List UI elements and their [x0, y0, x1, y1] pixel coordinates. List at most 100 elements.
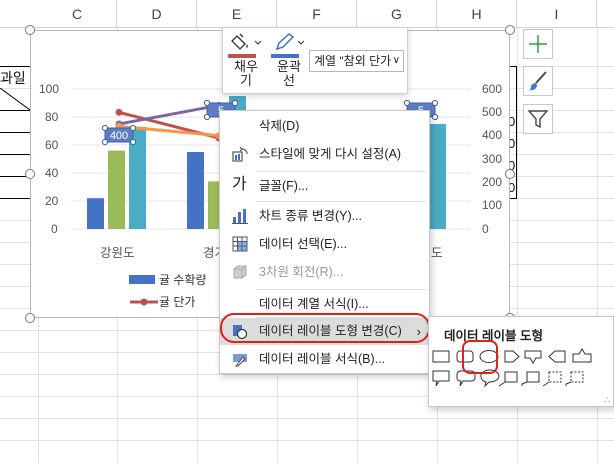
series-select-value: 계열 "참외 단가" — [314, 54, 396, 68]
table-border — [0, 154, 30, 155]
chart-resize-handle[interactable] — [505, 25, 515, 35]
up-arrow-shape[interactable] — [572, 348, 592, 363]
bar[interactable] — [187, 152, 204, 229]
chart-styles-button[interactable] — [523, 66, 553, 96]
highlight-ring — [462, 340, 498, 374]
reset-style-icon — [232, 146, 248, 162]
fill-button[interactable]: 채우 기 — [226, 32, 266, 88]
y-right-tick: 600 — [482, 82, 503, 96]
legend-swatch — [129, 275, 155, 284]
table-border — [0, 132, 30, 133]
menu-item-label: 차트 종류 변경(Y)... — [259, 209, 363, 223]
font-icon: 가 — [232, 176, 247, 193]
bar[interactable] — [429, 124, 446, 229]
rectangle-shape[interactable] — [432, 350, 450, 363]
x-category-label: 도 — [431, 246, 443, 260]
right-arrow-shape[interactable] — [504, 350, 520, 363]
y-left-tick: 100 — [39, 82, 60, 96]
left-arrow-shape[interactable] — [548, 350, 566, 363]
mini-toolbar: 채우 기 윤곽 선 계열 "참외 단가" ∨ — [222, 27, 408, 94]
y-right-tick: 0 — [482, 222, 489, 236]
line-callout-4-shape[interactable] — [570, 371, 584, 383]
column-header-row: C D E F G H I — [0, 0, 614, 28]
column-header-c[interactable]: C — [38, 0, 117, 28]
chart-filters-button[interactable] — [523, 104, 553, 134]
column-header-f[interactable]: F — [277, 0, 357, 28]
outline-label: 윤곽 — [277, 59, 301, 74]
menu-item-label: 데이터 선택(E)... — [259, 237, 348, 251]
label-handle[interactable] — [129, 124, 137, 132]
line-callout-2-shape[interactable] — [526, 371, 540, 383]
table-border — [0, 198, 30, 199]
data-label-text[interactable]: 400 — [110, 130, 128, 142]
rect-callout-shape[interactable] — [432, 370, 450, 387]
line-callout-3-shape[interactable] — [548, 371, 562, 383]
legend-item-line[interactable]: 귤 단가 — [129, 293, 195, 310]
menu-item-font[interactable]: 가 글꼴(F)... — [220, 173, 429, 199]
select-data-icon — [232, 236, 248, 252]
menu-item-format-data-labels[interactable]: 데이터 레이블 서식(B)... — [220, 346, 429, 372]
fill-bucket-icon — [231, 33, 262, 50]
menu-item-label: 스타일에 맞게 다시 설정(A) — [259, 147, 402, 161]
y-right-tick: 400 — [482, 128, 503, 142]
label-handle[interactable] — [203, 113, 211, 121]
legend-label: 귤 수확량 — [159, 273, 207, 287]
column-header-e[interactable]: E — [197, 0, 277, 28]
legend-item-bar[interactable]: 귤 수확량 — [129, 271, 207, 288]
menu-item-delete[interactable]: 삭제(D) — [220, 113, 429, 139]
line-callout-1-pointer[interactable] — [498, 381, 506, 387]
format-label-icon — [233, 354, 247, 367]
line-callout-1-shape[interactable] — [504, 371, 518, 383]
y-right-tick: 100 — [482, 198, 503, 212]
fill-color-bar — [228, 54, 256, 58]
chart-resize-handle[interactable] — [505, 169, 515, 179]
label-handle[interactable] — [101, 124, 109, 132]
menu-item-select-data[interactable]: 데이터 선택(E)... — [220, 231, 429, 257]
column-header-i[interactable]: I — [517, 0, 597, 28]
outline-button[interactable]: 윤곽 선 — [269, 32, 309, 88]
outline-label: 선 — [283, 73, 295, 88]
label-handle[interactable] — [431, 99, 439, 107]
label-handle[interactable] — [129, 138, 137, 146]
label-handle[interactable] — [431, 113, 439, 121]
menu-item-label: 데이터 레이블 서식(B)... — [259, 352, 386, 366]
line-callout-4-pointer[interactable] — [565, 381, 572, 386]
menu-separator — [256, 201, 426, 202]
label-shape-submenu: 데이터 레이블 도형 ∴ — [428, 316, 614, 407]
column-header-h[interactable]: H — [437, 0, 517, 28]
label-handle[interactable] — [403, 99, 411, 107]
pen-icon — [275, 33, 305, 51]
shape-gallery[interactable] — [429, 345, 613, 405]
grid-line — [0, 418, 614, 419]
menu-item-label: 글꼴(F)... — [259, 179, 309, 193]
column-header-g[interactable]: G — [357, 0, 437, 28]
series-select-dropdown[interactable]: 계열 "참외 단가" ∨ — [309, 50, 404, 72]
chart-resize-handle[interactable] — [25, 313, 35, 323]
label-handle[interactable] — [231, 99, 239, 107]
label-handle[interactable] — [101, 138, 109, 146]
menu-item-label: 3차원 회전(R)... — [259, 265, 344, 279]
menu-item-reset-style[interactable]: 스타일에 맞게 다시 설정(A) — [220, 141, 429, 167]
y-left-tick: 40 — [45, 166, 59, 180]
chart-type-icon — [232, 209, 248, 224]
line-callout-2-pointer[interactable] — [521, 381, 528, 386]
menu-separator — [256, 289, 426, 290]
outline-color-bar — [271, 54, 299, 58]
column-header-d[interactable]: D — [117, 0, 197, 28]
resize-grip-icon[interactable]: ∴ — [604, 395, 610, 406]
down-arrow-shape[interactable] — [524, 350, 542, 364]
bar[interactable] — [108, 150, 125, 229]
line-callout-3-pointer[interactable] — [542, 381, 550, 387]
menu-item-change-chart-type[interactable]: 차트 종류 변경(Y)... — [220, 203, 429, 229]
plus-icon — [529, 35, 547, 53]
3d-rotation-icon — [233, 265, 247, 279]
bar[interactable] — [87, 198, 104, 229]
menu-item-3d-rotation: 3차원 회전(R)... — [220, 259, 429, 285]
highlight-ring — [220, 313, 430, 343]
line-marker[interactable] — [115, 108, 123, 116]
chart-resize-handle[interactable] — [25, 25, 35, 35]
chart-resize-handle[interactable] — [25, 169, 35, 179]
chart-elements-button[interactable] — [523, 29, 553, 59]
label-handle[interactable] — [203, 99, 211, 107]
table-border — [0, 110, 30, 111]
